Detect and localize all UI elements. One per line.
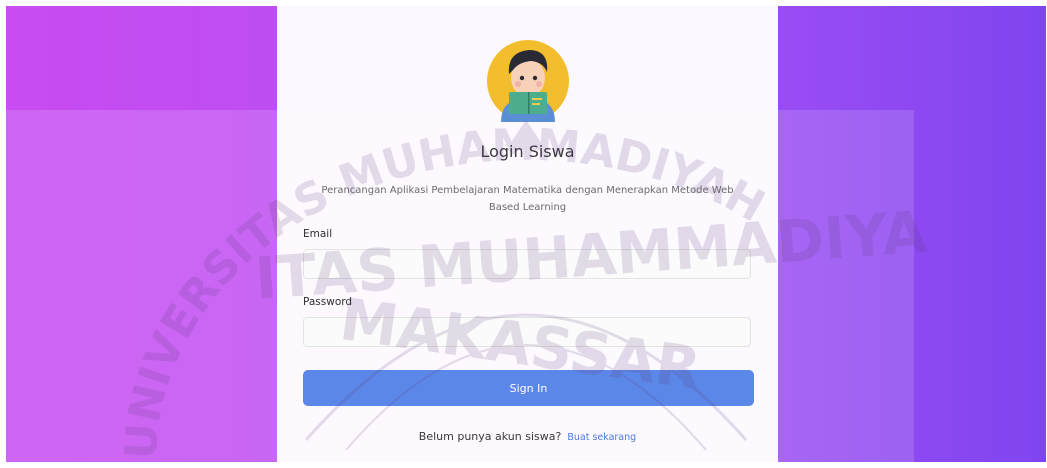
app-description: Perancangan Aplikasi Pembelajaran Matema…	[321, 185, 734, 213]
sign-in-button[interactable]: Sign In	[303, 370, 754, 406]
register-link[interactable]: Buat sekarang	[567, 432, 636, 443]
register-prompt-text: Belum punya akun siswa?	[418, 430, 562, 443]
login-card: Login Siswa Perancangan Aplikasi Pembela…	[277, 6, 778, 468]
password-field[interactable]	[303, 317, 751, 347]
student-reading-avatar-icon	[487, 40, 569, 122]
password-label: Password	[303, 296, 353, 308]
register-prompt: Belum punya akun siswa? Buat sekarang	[277, 430, 778, 443]
page-title: Login Siswa	[480, 142, 575, 161]
email-field[interactable]	[303, 249, 751, 279]
email-label: Email	[303, 228, 333, 240]
